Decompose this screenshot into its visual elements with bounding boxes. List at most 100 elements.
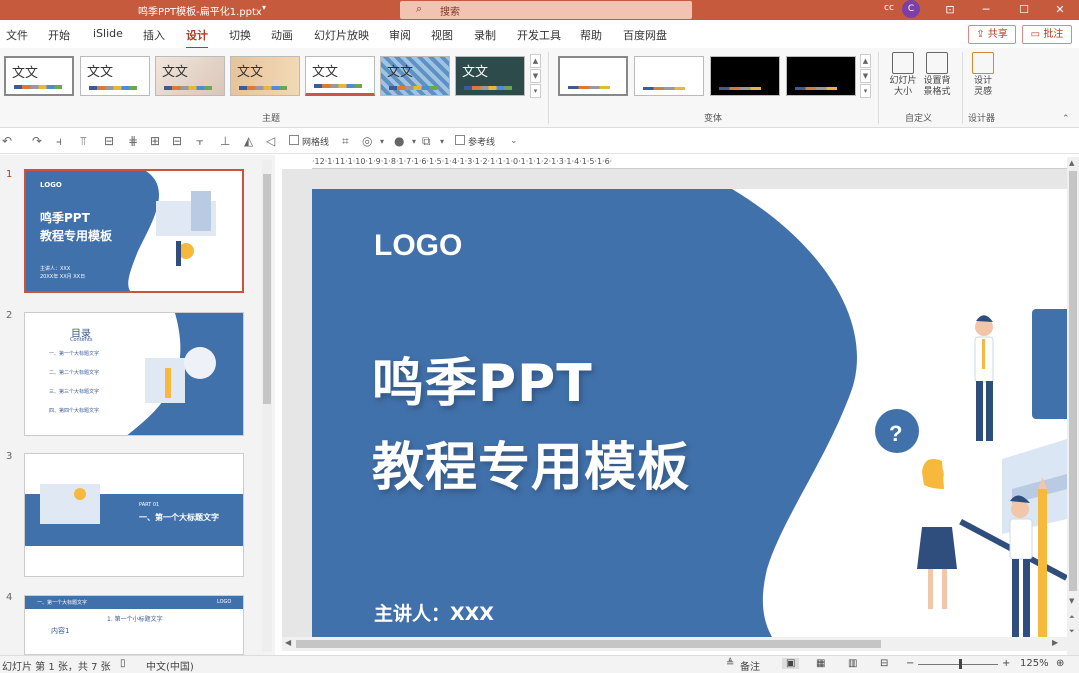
align-right-icon[interactable]: ⫟	[196, 134, 203, 149]
notes-icon[interactable]: ≜	[726, 658, 734, 669]
theme-thumbnail[interactable]: 文文	[80, 56, 150, 96]
chevron-down-icon[interactable]: ▾	[412, 137, 416, 146]
notes-button[interactable]: 备注	[740, 658, 760, 673]
flip-icon[interactable]: ◭	[244, 134, 253, 148]
format-background-button[interactable]: 设置背 景格式	[920, 52, 954, 98]
shape-outline-icon[interactable]: ●	[394, 134, 404, 148]
distribute-horizontal-icon[interactable]: ⊞	[150, 134, 160, 148]
align-center-icon[interactable]: ⋕	[128, 134, 138, 148]
language-status[interactable]: 中文(中国)	[146, 658, 194, 673]
variants-scroll-up-icon[interactable]: ▲	[860, 54, 871, 68]
zoom-out-icon[interactable]: −	[906, 658, 914, 669]
themes-scroll-down-icon[interactable]: ▼	[530, 69, 541, 83]
search-box[interactable]: ⌕ 搜索	[400, 1, 692, 19]
tab-islide[interactable]: iSlide	[93, 27, 123, 40]
variants-scroll-down-icon[interactable]: ▼	[860, 69, 871, 83]
redo-icon[interactable]: ↷	[32, 134, 42, 148]
scroll-right-icon[interactable]: ▶	[1052, 638, 1058, 647]
align-left-icon[interactable]: ⫞	[56, 134, 62, 149]
slide-title-line1: 鸣季PPT	[372, 354, 593, 414]
variant-thumbnail[interactable]	[634, 56, 704, 96]
customize-toolbar-icon[interactable]: ⌄	[510, 136, 518, 146]
tab-file[interactable]: 文件	[6, 27, 28, 43]
rotate-icon[interactable]: ◁	[266, 134, 275, 148]
editor-vertical-scrollbar[interactable]: ▲ ▼ ⏶ ⏷	[1067, 157, 1079, 655]
arrange-icon[interactable]: ⧉	[422, 134, 431, 149]
gridlines-checkbox[interactable]	[289, 135, 299, 145]
tab-animations[interactable]: 动画	[271, 27, 293, 43]
variant-thumbnail[interactable]	[558, 56, 628, 96]
editor-scroll-thumb[interactable]	[1069, 171, 1077, 591]
reading-view-icon[interactable]: ▥	[848, 658, 857, 669]
slide-thumbnail-4[interactable]: 一、第一个大标题文字 LOGO 1. 第一个小标题文字 内容1	[24, 595, 244, 655]
scroll-left-icon[interactable]: ◀	[285, 638, 291, 647]
zoom-slider-handle[interactable]	[959, 659, 962, 669]
tab-baidu-netdisk[interactable]: 百度网盘	[623, 27, 667, 43]
variant-thumbnail[interactable]	[786, 56, 856, 96]
tab-transitions[interactable]: 切换	[229, 27, 251, 43]
themes-more-icon[interactable]: ▾	[530, 84, 541, 98]
distribute-vertical-icon[interactable]: ⊟	[172, 134, 182, 148]
zoom-in-icon[interactable]: +	[1002, 658, 1010, 669]
title-dropdown-icon[interactable]: ▾	[262, 3, 266, 12]
zoom-level[interactable]: 125%	[1020, 658, 1049, 669]
close-icon[interactable]: ✕	[1040, 0, 1079, 20]
tab-insert[interactable]: 插入	[143, 27, 165, 43]
accessibility-icon[interactable]: ▯	[120, 658, 126, 669]
editor-horizontal-scrollbar[interactable]: ◀ ▶	[282, 637, 1067, 651]
scroll-up-icon[interactable]: ▲	[1069, 159, 1074, 167]
minimize-icon[interactable]: ─	[966, 0, 1006, 20]
next-slide-icon[interactable]: ⏷	[1069, 627, 1075, 636]
theme-thumbnail[interactable]: 文文	[455, 56, 525, 96]
slideshow-icon[interactable]: ⊟	[880, 658, 888, 669]
avatar[interactable]: C	[902, 0, 920, 18]
guides-checkbox[interactable]	[455, 135, 465, 145]
slide-thumbnail-2[interactable]: 目录 Contents 一、第一个大标题文字 二、第二个大标题文字 三、第三个大…	[24, 312, 244, 436]
current-slide[interactable]: ? LOGO 鸣季PPT 教程专用模板 主讲人：XXX	[312, 189, 1067, 637]
tab-slideshow[interactable]: 幻灯片放映	[314, 27, 369, 43]
tab-record[interactable]: 录制	[474, 27, 496, 43]
comment-button[interactable]: ▭ 批注	[1022, 25, 1072, 44]
thumbnail-scrollbar[interactable]	[262, 160, 272, 652]
slide-thumbnail-3[interactable]: PART 01 一、第一个大标题文字	[24, 453, 244, 577]
tab-design[interactable]: 设计	[186, 27, 208, 49]
tab-view[interactable]: 视图	[431, 27, 453, 43]
theme-thumbnail[interactable]: 文文	[305, 56, 375, 96]
chevron-down-icon[interactable]: ▾	[380, 137, 384, 146]
group-divider	[962, 52, 963, 124]
slide-size-button[interactable]: 幻灯片 大小	[886, 52, 920, 98]
theme-color-bar	[389, 86, 437, 90]
thumbnail-scroll-thumb[interactable]	[263, 174, 271, 404]
slide-thumbnail-1[interactable]: LOGO 鸣季PPT 教程专用模板 主讲人：XXX 20XX年 XX月 XX日	[24, 169, 244, 293]
maximize-icon[interactable]: ☐	[1004, 0, 1044, 20]
fit-to-window-icon[interactable]: ⊕	[1056, 658, 1064, 669]
theme-thumbnail[interactable]: 文文	[380, 56, 450, 96]
zoom-slider[interactable]	[918, 664, 998, 665]
themes-scroll-up-icon[interactable]: ▲	[530, 54, 541, 68]
crop-icon[interactable]: ⌗	[342, 134, 349, 149]
shape-fill-icon[interactable]: ◎	[362, 134, 372, 148]
scroll-down-icon[interactable]: ▼	[1069, 597, 1074, 605]
tab-developer[interactable]: 开发工具	[517, 27, 561, 43]
ribbon-display-icon[interactable]: ⊡	[930, 0, 970, 20]
previous-slide-icon[interactable]: ⏶	[1069, 613, 1075, 622]
collapse-ribbon-icon[interactable]: ⌃	[1062, 114, 1070, 124]
align-top-icon[interactable]: ⫪	[80, 134, 87, 149]
theme-thumbnail[interactable]: 文文	[230, 56, 300, 96]
align-middle-icon[interactable]: ⊟	[104, 134, 114, 148]
theme-thumbnail[interactable]: 文文	[4, 56, 74, 96]
align-bottom-icon[interactable]: ⊥	[220, 134, 230, 148]
share-button[interactable]: ⇪ 共享	[968, 25, 1016, 44]
chevron-down-icon[interactable]: ▾	[440, 137, 444, 146]
design-ideas-button[interactable]: 设计 灵感	[966, 52, 1000, 98]
variants-more-icon[interactable]: ▾	[860, 84, 871, 98]
theme-thumbnail[interactable]: 文文	[155, 56, 225, 96]
normal-view-icon[interactable]: ▣	[782, 658, 800, 669]
editor-hscroll-thumb[interactable]	[296, 640, 881, 648]
tab-help[interactable]: 帮助	[580, 27, 602, 43]
tab-review[interactable]: 审阅	[389, 27, 411, 43]
undo-icon[interactable]: ↶	[2, 134, 12, 148]
slide-sorter-icon[interactable]: ▦	[816, 658, 825, 669]
variant-thumbnail[interactable]	[710, 56, 780, 96]
tab-home[interactable]: 开始	[48, 27, 70, 43]
